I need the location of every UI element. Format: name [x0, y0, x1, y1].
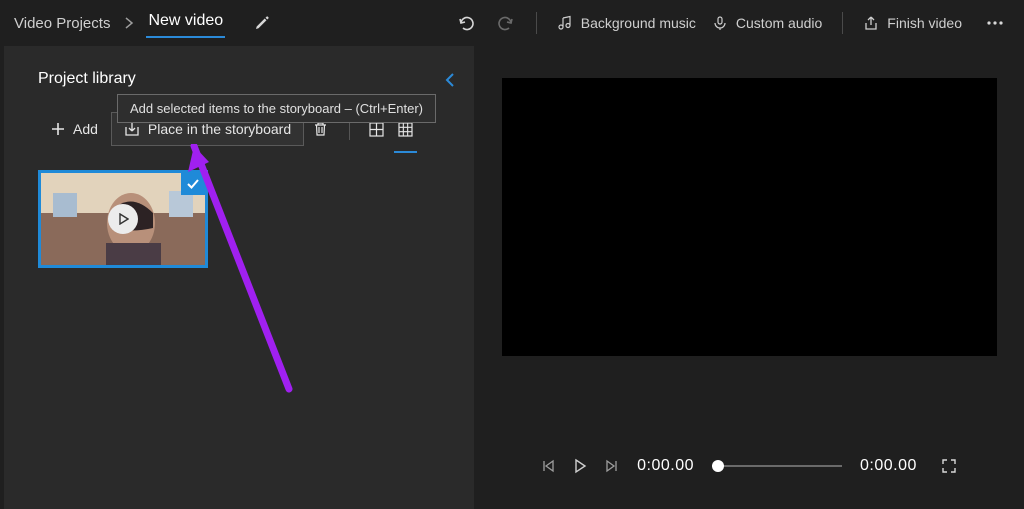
background-music-label: Background music [581, 15, 696, 31]
fullscreen-icon[interactable] [941, 458, 957, 474]
video-preview[interactable] [502, 78, 997, 356]
trash-icon [313, 121, 328, 137]
export-icon [863, 15, 879, 31]
preview-pane: 0:00.00 0:00.00 [474, 46, 1024, 509]
chevron-right-icon [124, 17, 134, 29]
transport-bar: 0:00.00 0:00.00 [474, 457, 1024, 475]
separator [842, 12, 843, 34]
timeline-slider[interactable] [712, 465, 842, 467]
plus-icon [51, 122, 65, 136]
add-button[interactable]: Add [38, 112, 111, 146]
play-overlay-icon[interactable] [108, 204, 138, 234]
breadcrumb: Video Projects New video [12, 6, 279, 40]
finish-video-button[interactable]: Finish video [857, 11, 968, 35]
background-music-button[interactable]: Background music [551, 11, 702, 35]
project-library-panel: Project library Add selected items to th… [4, 46, 474, 509]
custom-audio-button[interactable]: Custom audio [706, 11, 828, 35]
breadcrumb-root[interactable]: Video Projects [12, 11, 112, 36]
pencil-icon[interactable] [245, 6, 279, 40]
more-icon[interactable] [978, 6, 1012, 40]
music-icon [557, 15, 573, 31]
timeline-handle[interactable] [712, 460, 724, 472]
grid-2x2-icon [369, 122, 384, 137]
redo-icon [488, 6, 522, 40]
grid-3x3-icon [398, 122, 413, 137]
collapse-panel-icon[interactable] [444, 72, 456, 88]
mic-icon [712, 15, 728, 31]
media-thumbnail[interactable] [38, 170, 208, 268]
next-frame-button[interactable] [605, 459, 619, 473]
play-button[interactable] [573, 458, 587, 474]
prev-frame-button[interactable] [541, 459, 555, 473]
finish-video-label: Finish video [887, 15, 962, 31]
selected-check-icon [181, 173, 205, 195]
current-time: 0:00.00 [637, 457, 694, 475]
place-icon [124, 121, 140, 137]
tooltip: Add selected items to the storyboard – (… [117, 94, 436, 123]
place-label: Place in the storyboard [148, 121, 291, 137]
custom-audio-label: Custom audio [736, 15, 822, 31]
project-library-title: Project library [38, 70, 454, 88]
breadcrumb-current[interactable]: New video [146, 8, 225, 38]
separator [536, 12, 537, 34]
add-label: Add [73, 121, 98, 137]
undo-icon[interactable] [450, 6, 484, 40]
total-time: 0:00.00 [860, 457, 917, 475]
